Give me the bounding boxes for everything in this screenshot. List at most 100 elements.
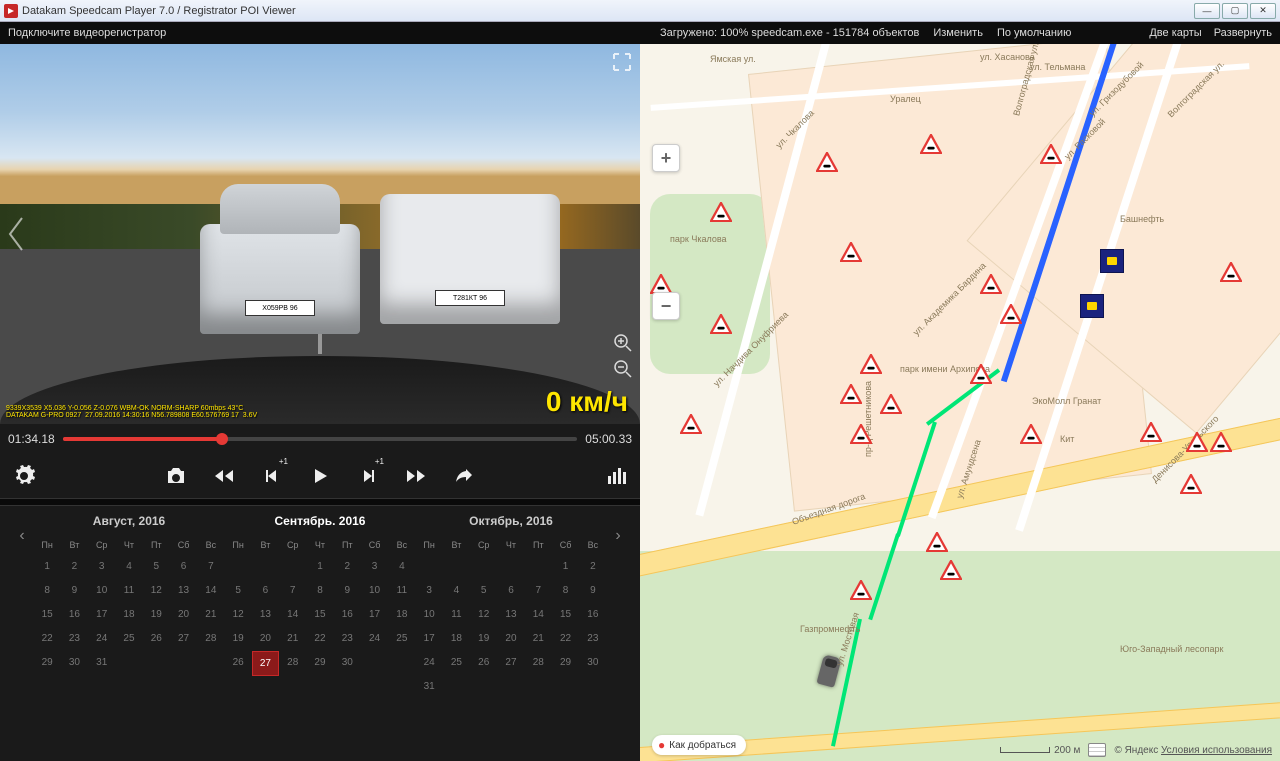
share-button[interactable] (452, 464, 476, 488)
settings-button[interactable] (12, 464, 36, 488)
calendar-day[interactable]: 17 (89, 603, 115, 626)
map-zoom-out-button[interactable]: − (652, 292, 680, 320)
calendar-day[interactable]: 16 (61, 603, 87, 626)
poi-warning-icon[interactable] (980, 274, 1002, 294)
poi-warning-icon[interactable] (1000, 304, 1022, 324)
calendar-day[interactable]: 27 (252, 651, 278, 676)
calendar-day[interactable]: 12 (471, 603, 497, 626)
calendar-day[interactable]: 30 (61, 651, 87, 674)
poi-warning-icon[interactable] (816, 152, 838, 172)
calendar-day[interactable]: 19 (225, 627, 251, 650)
video-zoom-in-icon[interactable] (612, 332, 634, 354)
calendar-day[interactable]: 11 (116, 579, 142, 602)
calendar-prev-button[interactable]: ‹ (12, 526, 32, 546)
calendar-day[interactable]: 6 (252, 579, 278, 602)
calendar-day[interactable]: 7 (525, 579, 551, 602)
prev-clip-icon[interactable] (4, 214, 28, 254)
poi-warning-icon[interactable] (1140, 422, 1162, 442)
default-link[interactable]: По умолчанию (997, 27, 1071, 39)
calendar-day[interactable]: 22 (34, 627, 60, 650)
calendar-day[interactable]: 16 (334, 603, 360, 626)
frame-back-button[interactable]: +1 (260, 464, 284, 488)
close-button[interactable]: ✕ (1250, 3, 1276, 19)
calendar-day[interactable]: 18 (116, 603, 142, 626)
seek-bar[interactable] (63, 437, 578, 441)
frame-forward-button[interactable]: +1 (356, 464, 380, 488)
calendar-day[interactable]: 4 (443, 579, 469, 602)
poi-warning-icon[interactable] (1186, 432, 1208, 452)
calendar-day[interactable]: 15 (552, 603, 578, 626)
calendar-day[interactable]: 26 (225, 651, 251, 676)
calendar-day[interactable]: 1 (552, 555, 578, 578)
calendar-day[interactable]: 28 (280, 651, 306, 676)
calendar-day[interactable]: 30 (334, 651, 360, 676)
calendar-day[interactable]: 13 (252, 603, 278, 626)
poi-warning-icon[interactable] (926, 532, 948, 552)
video-viewport[interactable]: Х059РВ 96 Т281КТ 96 9339X3539 X5.036 Y-0… (0, 44, 640, 424)
poi-warning-icon[interactable] (1220, 262, 1242, 282)
calendar-day[interactable]: 26 (471, 651, 497, 674)
calendar-day[interactable]: 19 (471, 627, 497, 650)
calendar-day[interactable]: 10 (416, 603, 442, 626)
calendar-day[interactable]: 8 (307, 579, 333, 602)
calendar-day[interactable]: 29 (34, 651, 60, 674)
snapshot-button[interactable] (164, 464, 188, 488)
calendar-day[interactable]: 9 (334, 579, 360, 602)
poi-warning-icon[interactable] (850, 580, 872, 600)
calendar-day[interactable]: 16 (580, 603, 606, 626)
calendar-day[interactable]: 25 (389, 627, 415, 650)
calendar-day[interactable]: 22 (552, 627, 578, 650)
calendar-day[interactable]: 8 (552, 579, 578, 602)
calendar-day[interactable]: 3 (416, 579, 442, 602)
calendar-day[interactable]: 14 (198, 579, 224, 602)
calendar-day[interactable]: 13 (170, 579, 196, 602)
calendar-day[interactable]: 1 (34, 555, 60, 578)
expand-link[interactable]: Развернуть (1214, 27, 1272, 39)
calendar-day[interactable]: 21 (280, 627, 306, 650)
poi-warning-icon[interactable] (840, 242, 862, 262)
calendar-day[interactable]: 24 (416, 651, 442, 674)
poi-warning-icon[interactable] (860, 354, 882, 374)
poi-warning-icon[interactable] (1210, 432, 1232, 452)
calendar-day[interactable]: 9 (580, 579, 606, 602)
calendar-day[interactable]: 25 (443, 651, 469, 674)
calendar-day[interactable]: 5 (225, 579, 251, 602)
calendar-day[interactable]: 29 (552, 651, 578, 674)
calendar-day[interactable]: 14 (525, 603, 551, 626)
calendar-day[interactable]: 5 (143, 555, 169, 578)
calendar-day[interactable]: 21 (198, 603, 224, 626)
poi-warning-icon[interactable] (840, 384, 862, 404)
calendar-day[interactable]: 23 (61, 627, 87, 650)
calendar-day[interactable]: 17 (416, 627, 442, 650)
poi-warning-icon[interactable] (850, 424, 872, 444)
connect-dvr-label[interactable]: Подключите видеорегистратор (8, 27, 166, 39)
calendar-day[interactable]: 13 (498, 603, 524, 626)
calendar-day[interactable]: 28 (198, 627, 224, 650)
calendar-day[interactable]: 7 (280, 579, 306, 602)
calendar-day[interactable]: 8 (34, 579, 60, 602)
calendar-day[interactable]: 20 (170, 603, 196, 626)
poi-warning-icon[interactable] (1040, 144, 1062, 164)
calendar-day[interactable]: 3 (89, 555, 115, 578)
edit-link[interactable]: Изменить (933, 27, 983, 39)
calendar-day[interactable]: 28 (525, 651, 551, 674)
calendar-next-button[interactable]: › (608, 526, 628, 546)
calendar-day[interactable]: 23 (580, 627, 606, 650)
poi-warning-icon[interactable] (920, 134, 942, 154)
calendar-day[interactable]: 20 (252, 627, 278, 650)
calendar-day[interactable]: 5 (471, 579, 497, 602)
calendar-day[interactable]: 27 (498, 651, 524, 674)
calendar-day[interactable]: 24 (361, 627, 387, 650)
video-zoom-out-icon[interactable] (612, 358, 634, 380)
calendar-day[interactable]: 4 (116, 555, 142, 578)
map-terms-link[interactable]: Условия использования (1161, 745, 1272, 756)
calendar-day[interactable]: 26 (143, 627, 169, 650)
calendar-day[interactable]: 25 (116, 627, 142, 650)
calendar-day[interactable]: 18 (389, 603, 415, 626)
two-maps-link[interactable]: Две карты (1149, 27, 1201, 39)
minimize-button[interactable]: — (1194, 3, 1220, 19)
poi-warning-icon[interactable] (1180, 474, 1202, 494)
fast-forward-button[interactable] (404, 464, 428, 488)
poi-warning-icon[interactable] (710, 202, 732, 222)
poi-warning-icon[interactable] (880, 394, 902, 414)
